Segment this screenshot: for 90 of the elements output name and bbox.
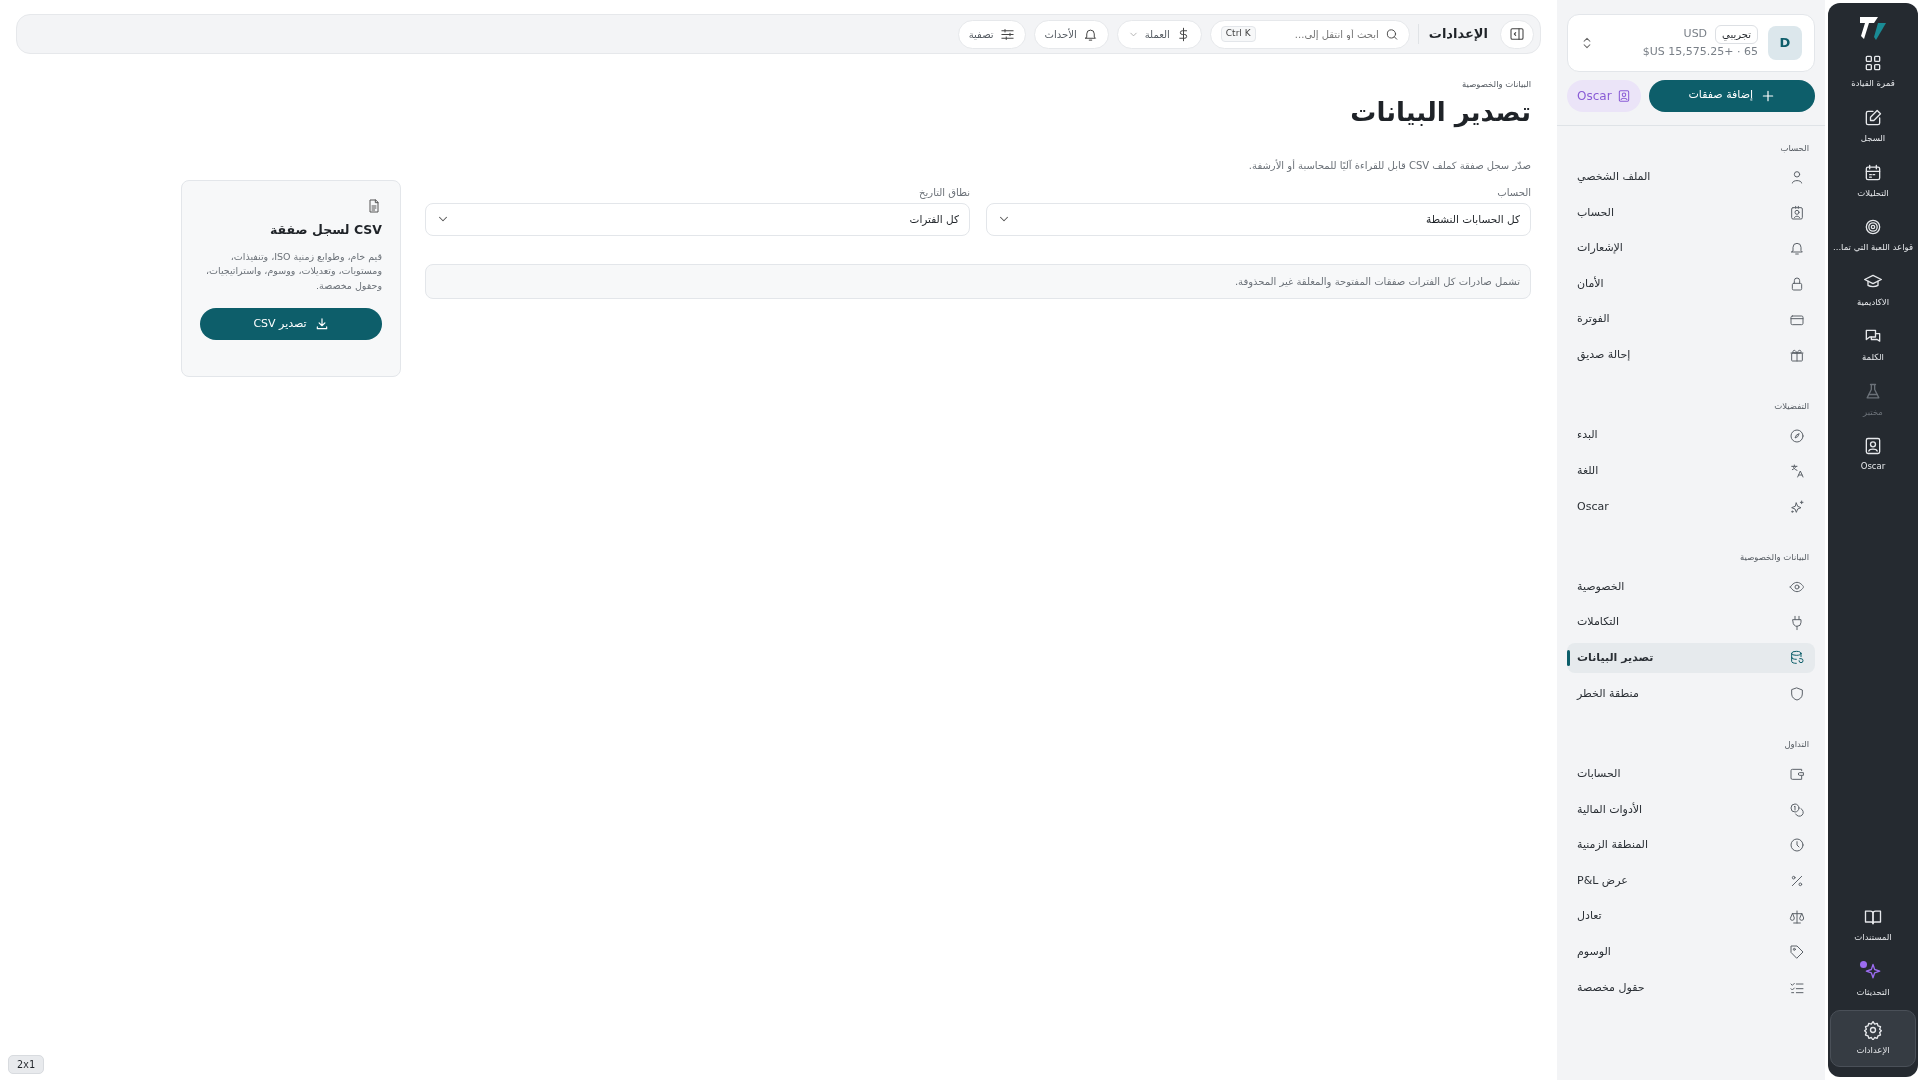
bell-icon [1082, 26, 1098, 42]
scale-icon [1789, 908, 1805, 925]
user-icon [1789, 169, 1805, 186]
sidebar-item[interactable]: تصدير البيانات [1567, 643, 1815, 674]
dashboard-icon [1863, 53, 1883, 73]
rail-nav-item[interactable]: المستندات [1830, 900, 1916, 950]
plug-icon [1789, 614, 1805, 631]
calendar-icon [1863, 162, 1883, 183]
currency-label: USD [1683, 26, 1708, 43]
page-title: تصدير البيانات [1349, 96, 1531, 128]
section-heading: التداول [1784, 739, 1809, 750]
gift-icon [1789, 347, 1805, 364]
logo-icon [1858, 15, 1888, 41]
select-field[interactable]: كل الحسابات النشطة [986, 202, 1531, 236]
portrait-icon [1616, 88, 1631, 103]
field-label: الحساب [1497, 186, 1531, 198]
demo-badge: تجريبي [1715, 25, 1758, 44]
sidebar-item[interactable]: الأدوات المالية [1567, 794, 1815, 825]
panel-icon [1509, 26, 1525, 42]
card-title: CSV لسجل صفقة [268, 220, 382, 239]
sidebar-item[interactable]: عرض P&L [1567, 866, 1815, 896]
currency-dropdown[interactable]: العملة [1116, 19, 1202, 49]
clock-icon [1789, 837, 1805, 854]
journal-icon [1863, 107, 1883, 128]
settings-icon [1863, 1020, 1883, 1041]
tag-icon [1789, 944, 1805, 961]
rail-nav-item[interactable]: الكلمة [1830, 320, 1916, 370]
select-field[interactable]: كل الفترات [425, 202, 970, 236]
percent-icon [1789, 873, 1805, 889]
section-heading: التفضيلات [1774, 400, 1809, 411]
rail-nav-item[interactable]: قمرة القيادة [1830, 47, 1916, 96]
sidebar-item[interactable]: البدء [1567, 420, 1815, 451]
sliders-icon [999, 26, 1015, 42]
events-button[interactable]: الأحداث [1033, 19, 1109, 49]
rail-nav-item[interactable]: قواعد اللعبة التي تما... [1830, 211, 1916, 260]
account-balance: $US 15,575.25+ · 65 [1642, 45, 1758, 58]
document-icon [366, 198, 382, 215]
rail-nav-item[interactable]: الاكاديمية [1830, 266, 1916, 315]
lock-icon [1789, 276, 1805, 293]
id-badge-icon [1789, 204, 1805, 221]
coins-icon [1789, 801, 1805, 818]
rail-nav-item[interactable]: التحديثات [1830, 955, 1916, 1005]
sidebar-item[interactable]: الحساب [1567, 197, 1815, 228]
export-csv-button[interactable]: تصدير CSV [200, 307, 382, 340]
sidebar-item[interactable]: اللغة [1567, 456, 1815, 487]
sidebar-item[interactable]: Oscar [1567, 491, 1815, 522]
sidebar-item[interactable]: الخصوصية [1567, 572, 1815, 603]
sidebar-item[interactable]: التكاملات [1567, 607, 1815, 638]
info-note: تشمل صادرات كل الفترات صفقات المفتوحة والمغلقة غير المحذوفة. [425, 263, 1531, 299]
sidebar-item[interactable]: الحسابات [1567, 759, 1815, 790]
sidebar-item[interactable]: تعادل [1567, 901, 1815, 932]
wallet-icon [1789, 766, 1805, 783]
search-icon [1384, 26, 1399, 42]
database-icon [1789, 650, 1805, 667]
sidebar-item[interactable]: الأمان [1567, 269, 1815, 300]
sidebar-item[interactable]: الوسوم [1567, 937, 1815, 968]
add-trades-button[interactable]: إضافة صفقات [1648, 79, 1815, 112]
page-heading: الإعدادات [1417, 24, 1492, 44]
shield-icon [1789, 685, 1805, 702]
portrait-icon [1863, 436, 1883, 457]
avatar: D [1768, 25, 1802, 60]
sidebar-item[interactable]: منطقة الخطر [1567, 678, 1815, 709]
sidebar-item[interactable]: الإشعارات [1567, 233, 1815, 264]
plus-icon [1761, 88, 1776, 103]
card-description: قيم خام، وطوابع زمنية ISO، وتنفيذات، ومستويات، وتعديلات، ووسوم، واستراتيجيات، وحقول مخصصة. [205, 249, 382, 294]
download-icon [314, 316, 329, 331]
page-description: صدّر سجل صفقة كملف CSV قابل للقراءة آليًا للمحاسبة أو الأرشفة. [1247, 158, 1531, 173]
sidebar-item[interactable]: إحالة صديق [1567, 340, 1815, 371]
sidebar-item[interactable]: حقول مخصصة [1567, 972, 1815, 1003]
sidebar-item[interactable]: الفوترة [1567, 304, 1815, 335]
section-heading: البيانات والخصوصية [1740, 552, 1809, 563]
rail-nav-item[interactable]: السجل [1830, 101, 1916, 151]
sparkles-icon [1789, 498, 1805, 515]
sidebar-item[interactable]: الملف الشخصي [1567, 162, 1815, 193]
rail-nav-item[interactable]: Oscar [1830, 430, 1916, 479]
oscar-button[interactable]: Oscar [1567, 79, 1641, 112]
bell-icon [1789, 240, 1805, 257]
sidebar-item[interactable]: المنطقة الزمنية [1567, 830, 1815, 861]
rail-nav-item[interactable]: التحليلات [1830, 156, 1916, 206]
rail-nav-item[interactable]: الإعدادات [1830, 1010, 1916, 1067]
sidebar-toggle-button[interactable] [1500, 19, 1534, 49]
keyboard-shortcut: Ctrl K [1220, 26, 1256, 42]
breadcrumb: البيانات والخصوصية [1462, 79, 1531, 89]
zoom-badge: 2x1 [8, 1055, 45, 1074]
translate-icon [1789, 463, 1805, 480]
section-heading: الحساب [1780, 142, 1809, 153]
field-label: نطاق التاريخ [919, 186, 970, 198]
notification-dot [1860, 960, 1867, 968]
filter-button[interactable]: تصفية [957, 19, 1026, 49]
compass-icon [1789, 427, 1805, 444]
